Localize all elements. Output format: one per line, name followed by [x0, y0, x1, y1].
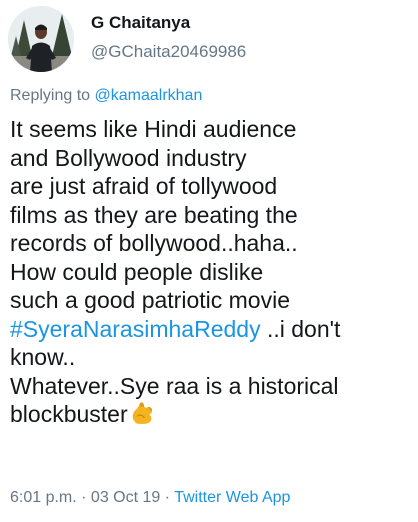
tweet-line: such a good patriotic movie	[10, 287, 290, 313]
display-name[interactable]: G Chaitanya	[91, 12, 246, 34]
user-handle[interactable]: @GChaita20469986	[91, 41, 246, 63]
tweet-line: How could people dislike	[10, 258, 264, 285]
reply-mention-link[interactable]: @kamaalrkhan	[95, 87, 203, 104]
tweet-time[interactable]: 6:01 p.m.	[10, 489, 77, 506]
tweet-line: and Bollywood industry	[10, 144, 247, 171]
replying-to-label: Replying to	[10, 87, 95, 104]
meta-separator: ·	[76, 489, 91, 506]
user-names: G Chaitanya @GChaita20469986	[91, 12, 246, 63]
tweet-source-link[interactable]: Twitter Web App	[174, 489, 290, 506]
meta-separator: ·	[160, 489, 175, 506]
tweet-line: records of bollywood..haha..	[10, 230, 298, 256]
tweet: G Chaitanya @GChaita20469986 Replying to…	[0, 0, 418, 522]
tweet-line: It seems like Hindi audience	[10, 116, 297, 142]
tweet-meta: 6:01 p.m. · 03 Oct 19 · Twitter Web App	[10, 487, 290, 509]
replying-to: Replying to @kamaalrkhan	[10, 85, 202, 107]
tweet-date[interactable]: 03 Oct 19	[91, 489, 160, 506]
flexed-biceps-icon	[132, 402, 152, 424]
tweet-header: G Chaitanya @GChaita20469986	[8, 6, 408, 74]
tweet-line-hashtag: #SyeraNarasimhaReddy ..i don't	[10, 315, 410, 344]
tweet-text: It seems like Hindi audience and Bollywo…	[10, 115, 410, 429]
tweet-line: Whatever..Sye raa is a historical	[10, 372, 339, 399]
avatar[interactable]	[8, 6, 74, 72]
tweet-text-fragment: blockbuster	[10, 401, 128, 427]
tweet-line-last: blockbuster	[10, 400, 410, 429]
hashtag-link[interactable]: #SyeraNarasimhaReddy	[10, 316, 261, 342]
tweet-line: know..	[10, 344, 76, 370]
tweet-line: are just afraid of tollywood	[10, 173, 278, 199]
avatar-image	[8, 6, 74, 72]
tweet-line: films as they are beating the	[10, 201, 298, 228]
tweet-text-fragment: ..i don't	[260, 315, 341, 342]
